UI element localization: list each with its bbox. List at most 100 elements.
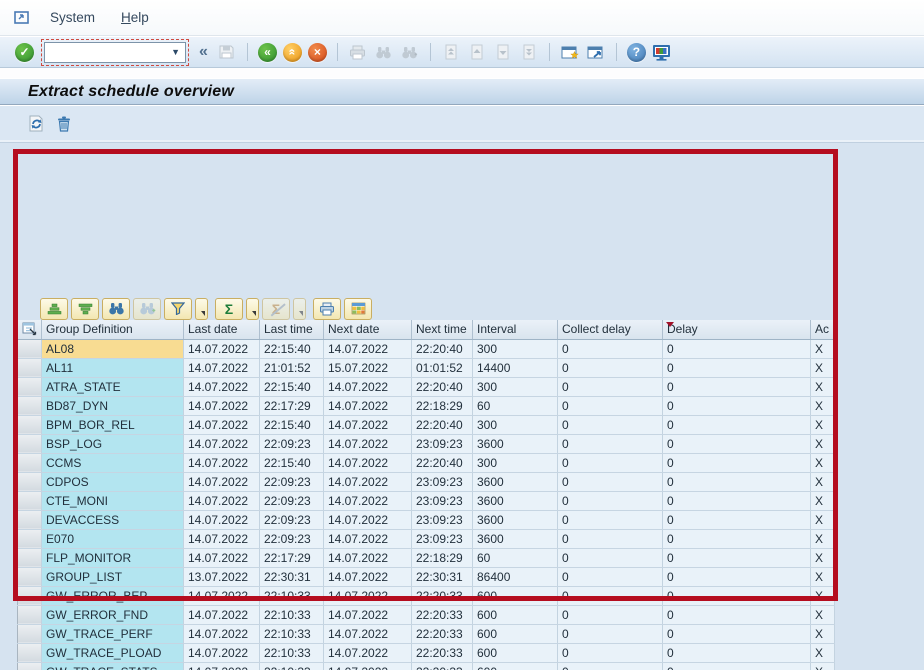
cell-last_date[interactable]: 14.07.2022 xyxy=(184,377,260,396)
cell-ac[interactable]: X xyxy=(811,377,835,396)
cell-delay[interactable]: 0 xyxy=(663,567,811,586)
cell-collect_delay[interactable]: 0 xyxy=(558,624,663,643)
cell-ac[interactable]: X xyxy=(811,396,835,415)
cell-interval[interactable]: 600 xyxy=(473,605,558,624)
cell-ac[interactable]: X xyxy=(811,453,835,472)
cell-ac[interactable]: X xyxy=(811,567,835,586)
cell-interval[interactable]: 3600 xyxy=(473,434,558,453)
cell-collect_delay[interactable]: 0 xyxy=(558,510,663,529)
cell-next_date[interactable]: 14.07.2022 xyxy=(324,643,412,662)
cell-interval[interactable]: 60 xyxy=(473,396,558,415)
cell-collect_delay[interactable]: 0 xyxy=(558,377,663,396)
cell-collect_delay[interactable]: 0 xyxy=(558,396,663,415)
cell-delay[interactable]: 0 xyxy=(663,605,811,624)
cell-ac[interactable]: X xyxy=(811,586,835,605)
cell-collect_delay[interactable]: 0 xyxy=(558,586,663,605)
cell-interval[interactable]: 600 xyxy=(473,624,558,643)
cell-last_date[interactable]: 14.07.2022 xyxy=(184,605,260,624)
cell-group[interactable]: BPM_BOR_REL xyxy=(42,415,184,434)
row-selector[interactable] xyxy=(18,415,42,434)
cell-ac[interactable]: X xyxy=(811,510,835,529)
cell-group[interactable]: GROUP_LIST xyxy=(42,567,184,586)
cell-next_time[interactable]: 01:01:52 xyxy=(412,358,473,377)
row-selector[interactable] xyxy=(18,453,42,472)
refresh-button[interactable] xyxy=(24,113,48,135)
cell-interval[interactable]: 300 xyxy=(473,415,558,434)
cell-last_date[interactable]: 14.07.2022 xyxy=(184,662,260,670)
cell-last_date[interactable]: 14.07.2022 xyxy=(184,548,260,567)
page-up-button[interactable] xyxy=(466,41,488,63)
cell-last_time[interactable]: 22:15:40 xyxy=(260,339,324,358)
cell-delay[interactable]: 0 xyxy=(663,624,811,643)
last-page-button[interactable] xyxy=(518,41,540,63)
cell-interval[interactable]: 300 xyxy=(473,453,558,472)
cell-interval[interactable]: 3600 xyxy=(473,510,558,529)
row-selector[interactable] xyxy=(18,434,42,453)
exit-button[interactable]: × xyxy=(308,43,327,62)
cell-next_date[interactable]: 14.07.2022 xyxy=(324,567,412,586)
cell-group[interactable]: FLP_MONITOR xyxy=(42,548,184,567)
cell-next_time[interactable]: 22:20:40 xyxy=(412,453,473,472)
cell-last_date[interactable]: 14.07.2022 xyxy=(184,491,260,510)
command-dropdown-icon[interactable]: ▼ xyxy=(166,47,185,57)
cell-last_time[interactable]: 22:30:31 xyxy=(260,567,324,586)
cell-interval[interactable]: 14400 xyxy=(473,358,558,377)
sum-menu-button[interactable] xyxy=(246,298,259,320)
cell-ac[interactable]: X xyxy=(811,434,835,453)
cell-delay[interactable]: 0 xyxy=(663,358,811,377)
create-shortcut-button[interactable] xyxy=(585,41,607,63)
cell-interval[interactable]: 60 xyxy=(473,548,558,567)
column-header-collect_delay[interactable]: Collect delay xyxy=(558,320,663,339)
cell-ac[interactable]: X xyxy=(811,624,835,643)
grid-find-button[interactable] xyxy=(102,298,130,320)
row-selector[interactable] xyxy=(18,491,42,510)
row-selector[interactable] xyxy=(18,548,42,567)
menu-help[interactable]: Help xyxy=(121,10,149,25)
cell-group[interactable]: AL08 xyxy=(42,339,184,358)
cell-collect_delay[interactable]: 0 xyxy=(558,605,663,624)
cell-next_date[interactable]: 14.07.2022 xyxy=(324,529,412,548)
cell-ac[interactable]: X xyxy=(811,472,835,491)
cell-interval[interactable]: 600 xyxy=(473,643,558,662)
cell-next_date[interactable]: 14.07.2022 xyxy=(324,510,412,529)
subtotal-button[interactable]: Σ xyxy=(262,298,290,320)
cell-last_time[interactable]: 22:10:33 xyxy=(260,662,324,670)
cell-last_date[interactable]: 14.07.2022 xyxy=(184,643,260,662)
cell-last_date[interactable]: 13.07.2022 xyxy=(184,567,260,586)
cell-next_date[interactable]: 14.07.2022 xyxy=(324,491,412,510)
delete-button[interactable] xyxy=(52,113,76,135)
cell-last_time[interactable]: 22:10:33 xyxy=(260,586,324,605)
cell-collect_delay[interactable]: 0 xyxy=(558,548,663,567)
enter-button[interactable]: ✓ xyxy=(15,43,34,62)
row-selector[interactable] xyxy=(18,605,42,624)
cell-next_time[interactable]: 22:20:40 xyxy=(412,339,473,358)
cell-collect_delay[interactable]: 0 xyxy=(558,567,663,586)
cell-next_date[interactable]: 14.07.2022 xyxy=(324,339,412,358)
cell-ac[interactable]: X xyxy=(811,529,835,548)
row-selector[interactable] xyxy=(18,358,42,377)
cell-last_time[interactable]: 22:09:23 xyxy=(260,529,324,548)
cell-next_time[interactable]: 22:20:33 xyxy=(412,586,473,605)
cell-interval[interactable]: 3600 xyxy=(473,472,558,491)
cell-collect_delay[interactable]: 0 xyxy=(558,358,663,377)
cell-delay[interactable]: 0 xyxy=(663,529,811,548)
back-button[interactable]: « xyxy=(258,43,277,62)
cell-next_date[interactable]: 14.07.2022 xyxy=(324,586,412,605)
cell-last_time[interactable]: 22:10:33 xyxy=(260,605,324,624)
cell-interval[interactable]: 3600 xyxy=(473,529,558,548)
select-all-button[interactable] xyxy=(18,320,42,339)
cell-group[interactable]: CTE_MONI xyxy=(42,491,184,510)
row-selector[interactable] xyxy=(18,643,42,662)
column-header-group[interactable]: Group Definition xyxy=(42,320,184,339)
session-menu-icon[interactable] xyxy=(14,10,34,26)
cell-interval[interactable]: 600 xyxy=(473,586,558,605)
cell-ac[interactable]: X xyxy=(811,415,835,434)
cell-ac[interactable]: X xyxy=(811,339,835,358)
cell-interval[interactable]: 600 xyxy=(473,662,558,670)
page-down-button[interactable] xyxy=(492,41,514,63)
cell-delay[interactable]: 0 xyxy=(663,434,811,453)
cell-delay[interactable]: 0 xyxy=(663,510,811,529)
cell-collect_delay[interactable]: 0 xyxy=(558,643,663,662)
column-header-next_time[interactable]: Next time xyxy=(412,320,473,339)
cell-group[interactable]: E070 xyxy=(42,529,184,548)
